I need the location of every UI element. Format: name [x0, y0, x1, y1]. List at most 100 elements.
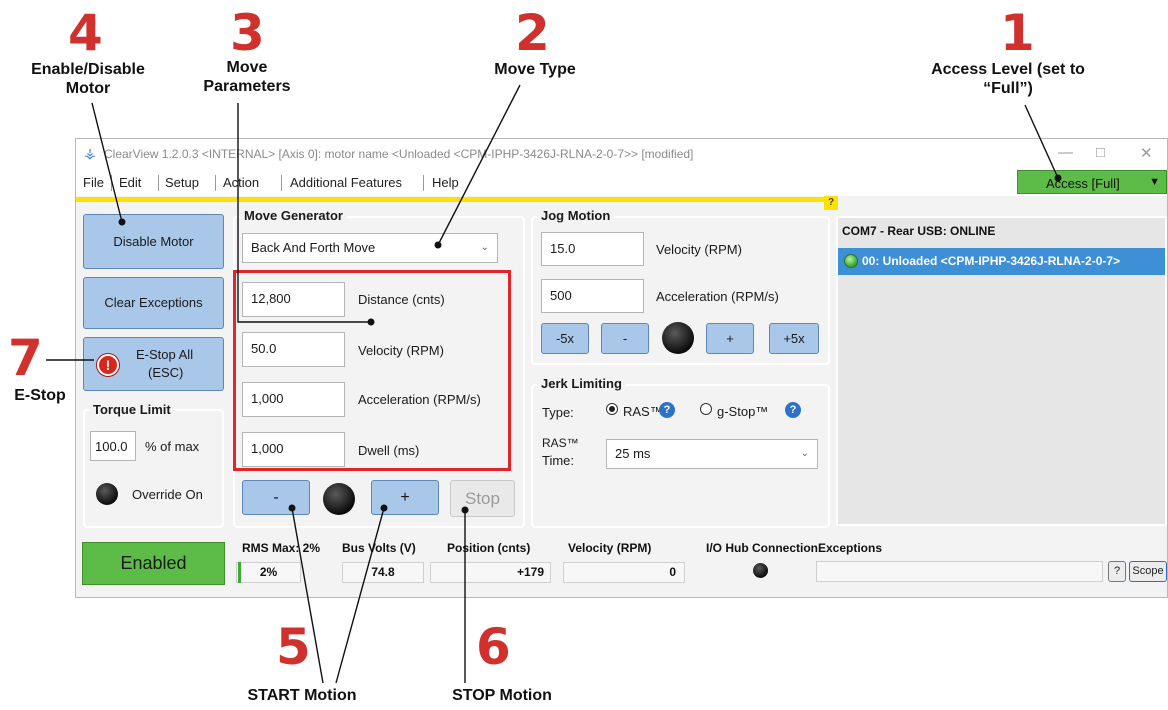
move-velocity-label: Velocity (RPM): [358, 343, 444, 358]
position-box: +179: [430, 562, 551, 583]
callout-number-1: 1: [1000, 4, 1035, 62]
jog-acceleration-label: Acceleration (RPM/s): [656, 289, 779, 304]
jog-plus-button[interactable]: +: [706, 323, 754, 354]
menu-bar: File Edit Setup Action Additional Featur…: [76, 169, 1167, 196]
title-bar: ⚶ ClearView 1.2.0.3 <INTERNAL> [Axis 0]:…: [76, 139, 1167, 169]
rms-label: RMS Max: 2%: [242, 541, 321, 555]
ras-time-dropdown[interactable]: 25 ms ⌄: [606, 439, 818, 469]
callout-label-start-motion: START Motion: [247, 687, 357, 704]
ras-time-value: 25 ms: [615, 446, 651, 461]
menu-edit[interactable]: Edit: [119, 175, 141, 190]
close-icon[interactable]: ✕: [1140, 144, 1153, 162]
move-status-indicator-icon: [323, 483, 355, 515]
estop-label-line2: (ESC): [148, 365, 184, 380]
callout-label-estop: E-Stop: [14, 387, 66, 404]
window-title: ClearView 1.2.0.3 <INTERNAL> [Axis 0]: m…: [104, 147, 694, 161]
chevron-down-icon: ⌄: [480, 242, 489, 253]
distance-label: Distance (cnts): [358, 292, 445, 307]
callout-label-access-level: Access Level (set to “Full”): [931, 61, 1085, 97]
minimize-icon[interactable]: —: [1058, 144, 1073, 161]
rms-bar: [238, 562, 241, 583]
torque-limit-title: Torque Limit: [89, 402, 175, 417]
stop-button[interactable]: Stop: [450, 480, 515, 517]
callout-number-7: 7: [8, 329, 43, 387]
exceptions-help-button[interactable]: ?: [1108, 561, 1126, 582]
move-start-negative-button[interactable]: -: [242, 480, 310, 515]
jog-motion-title: Jog Motion: [537, 208, 615, 223]
velocity-status-label: Velocity (RPM): [568, 541, 652, 555]
callout-label-stop-motion: STOP Motion: [452, 687, 552, 704]
gstop-help-icon[interactable]: ?: [785, 402, 801, 418]
jerk-type-label: Type:: [542, 405, 574, 420]
maximize-icon[interactable]: □: [1096, 144, 1105, 161]
jog-acceleration-input[interactable]: 500: [541, 279, 644, 313]
position-value: +179: [516, 565, 544, 579]
chevron-down-icon: ⌄: [800, 448, 809, 459]
stop-label: Stop: [465, 489, 500, 508]
menu-divider: [158, 175, 159, 191]
disable-motor-button[interactable]: Disable Motor: [83, 214, 224, 269]
move-acceleration-input[interactable]: 1,000: [242, 382, 345, 417]
chevron-down-icon: ▼: [1149, 176, 1160, 188]
jog-minus-button[interactable]: -: [601, 323, 649, 354]
menu-additional-features[interactable]: Additional Features: [290, 175, 402, 190]
bus-volts-label: Bus Volts (V): [342, 541, 416, 555]
jog-plus-5x-button[interactable]: +5x: [769, 323, 819, 354]
distance-input[interactable]: 12,800: [242, 282, 345, 317]
menu-help[interactable]: Help: [432, 175, 459, 190]
device-tree-panel: COM7 - Rear USB: ONLINE 00: Unloaded <CP…: [836, 216, 1167, 526]
move-start-positive-button[interactable]: +: [371, 480, 439, 515]
menu-divider: [215, 175, 216, 191]
callout-label-move-type: Move Type: [494, 61, 576, 78]
callout-number-6: 6: [476, 618, 511, 676]
minus-label: -: [273, 489, 279, 506]
clear-exceptions-label: Clear Exceptions: [104, 295, 203, 310]
torque-unit-label: % of max: [145, 439, 200, 454]
bus-volts-value: 74.8: [371, 565, 395, 579]
port-header: COM7 - Rear USB: ONLINE: [842, 224, 996, 238]
node-row[interactable]: 00: Unloaded <CPM-IPHP-3426J-RLNA-2-0-7>: [838, 248, 1165, 275]
torque-limit-input[interactable]: 100.0: [90, 431, 136, 461]
ras-help-icon[interactable]: ?: [659, 402, 675, 418]
enabled-status: Enabled: [82, 542, 225, 585]
jog-plus-label: +: [726, 331, 734, 346]
dwell-label: Dwell (ms): [358, 443, 420, 458]
estop-label-line1: E-Stop All: [136, 347, 194, 362]
callout-label-enable-disable: Enable/Disable Motor: [31, 61, 145, 97]
position-label: Position (cnts): [447, 541, 531, 555]
app-logo-icon: ⚶: [84, 145, 96, 161]
gstop-radio[interactable]: [700, 403, 712, 415]
velocity-status-value: 0: [669, 565, 676, 579]
move-velocity-input[interactable]: 50.0: [242, 332, 345, 367]
override-indicator-icon: [96, 483, 118, 505]
clear-exceptions-button[interactable]: Clear Exceptions: [83, 277, 224, 329]
menu-action[interactable]: Action: [223, 175, 259, 190]
jog-velocity-input[interactable]: 15.0: [541, 232, 644, 266]
jog-minus-5x-button[interactable]: -5x: [541, 323, 589, 354]
menu-file[interactable]: File: [83, 175, 104, 190]
callout-label-move-parameters: Move Parameters: [203, 59, 291, 95]
jog-minus-5x-label: -5x: [555, 331, 575, 346]
bus-volts-box: 74.8: [342, 562, 424, 583]
ras-radio[interactable]: [606, 403, 618, 415]
menu-setup[interactable]: Setup: [165, 175, 199, 190]
jog-plus-5x-label: +5x: [783, 331, 805, 346]
help-marker-icon[interactable]: ?: [824, 196, 838, 210]
torque-limit-group: [83, 409, 224, 528]
access-level-dropdown[interactable]: Access [Full] ▼: [1017, 170, 1167, 194]
move-type-dropdown[interactable]: Back And Forth Move ⌄: [242, 233, 498, 263]
velocity-status-box: 0: [563, 562, 685, 583]
jog-velocity-label: Velocity (RPM): [656, 242, 742, 257]
dwell-input[interactable]: 1,000: [242, 432, 345, 467]
plus-label: +: [400, 489, 410, 506]
move-type-value: Back And Forth Move: [251, 240, 376, 255]
exceptions-box: [816, 561, 1103, 582]
callout-number-3: 3: [230, 4, 265, 62]
node-online-icon: [844, 254, 858, 268]
io-hub-label: I/O Hub Connection: [706, 541, 818, 555]
move-acceleration-label: Acceleration (RPM/s): [358, 392, 481, 407]
ras-label: RAS™: [623, 404, 663, 419]
node-label: 00: Unloaded <CPM-IPHP-3426J-RLNA-2-0-7>: [862, 254, 1121, 268]
scope-button[interactable]: Scope: [1129, 561, 1167, 582]
estop-all-button[interactable]: ! E-Stop All (ESC): [83, 337, 224, 391]
